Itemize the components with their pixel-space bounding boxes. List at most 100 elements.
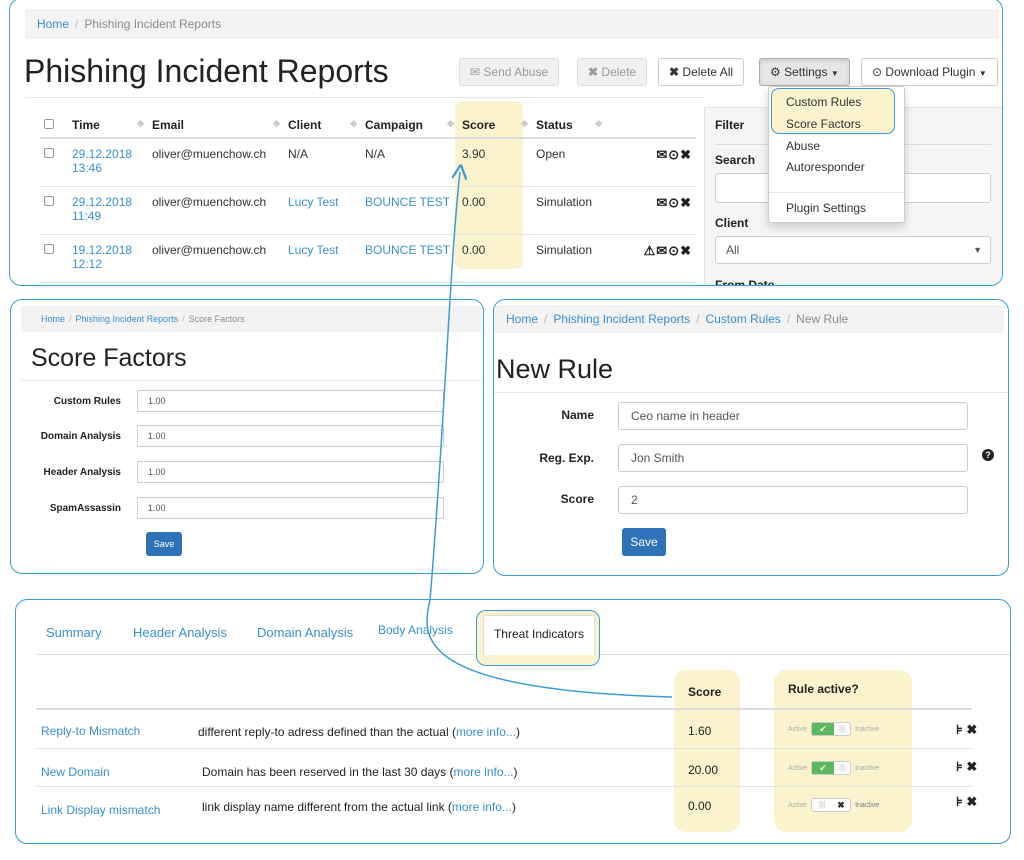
breadcrumb-custom-rules[interactable]: Custom Rules bbox=[705, 312, 780, 326]
download-icon: ⊙ bbox=[872, 65, 883, 79]
rule-active-toggle[interactable]: Active ✔ ||| Inactive bbox=[788, 761, 879, 775]
row-time-link[interactable]: 19.12.2018 12:12 bbox=[68, 234, 148, 283]
delete-all-button[interactable]: ✖ Delete All bbox=[658, 58, 745, 86]
tab-body-analysis[interactable]: Body Analysis bbox=[378, 623, 453, 637]
breadcrumb-reports[interactable]: Phishing Incident Reports bbox=[553, 312, 690, 326]
row-action-icons[interactable]: ✉⊙✖ bbox=[606, 186, 696, 235]
col-client[interactable]: Client ◆ bbox=[284, 112, 361, 139]
threat-indicators-panel: Summary Header Analysis Domain Analysis … bbox=[15, 599, 1011, 844]
col-campaign[interactable]: Campaign ◆ bbox=[361, 112, 458, 139]
threat-name-link[interactable]: New Domain bbox=[41, 765, 110, 779]
divider bbox=[494, 392, 1008, 393]
custom-rules-factor-input[interactable]: 1.00 bbox=[137, 390, 444, 412]
more-info-link[interactable]: more info... bbox=[453, 765, 513, 779]
row-action-icons[interactable]: ⚠✉⊙✖ bbox=[606, 234, 696, 283]
col-status[interactable]: Status ◆ bbox=[532, 112, 606, 139]
tab-domain-analysis[interactable]: Domain Analysis bbox=[257, 625, 353, 640]
settings-button[interactable]: ⚙ Settings ▼ bbox=[759, 58, 850, 86]
row-email: oliver@muenchow.ch bbox=[148, 186, 284, 235]
breadcrumb-home[interactable]: Home bbox=[41, 314, 65, 324]
rule-name-input[interactable]: Ceo name in header bbox=[618, 402, 968, 430]
rule-active-column-header: Rule active? bbox=[788, 682, 859, 696]
col-email[interactable]: Email ◆ bbox=[148, 112, 284, 139]
tree-icon[interactable]: ⊧ bbox=[956, 759, 963, 774]
threat-description: link display name different from the act… bbox=[202, 800, 516, 814]
save-button[interactable]: Save bbox=[622, 528, 666, 556]
breadcrumb-reports[interactable]: Phishing Incident Reports bbox=[76, 314, 179, 324]
close-icon[interactable]: ✖ bbox=[966, 722, 977, 737]
tab-threat-indicators[interactable]: Threat Indicators bbox=[483, 615, 595, 655]
client-label: Client bbox=[715, 216, 749, 230]
row-time-link[interactable]: 29.12.2018 13:46 bbox=[68, 138, 148, 187]
header-analysis-factor-input[interactable]: 1.00 bbox=[137, 461, 444, 483]
envelope-icon: ✉ bbox=[470, 65, 481, 79]
sort-icon: ◆ bbox=[273, 117, 280, 128]
menu-item-plugin-settings[interactable]: Plugin Settings bbox=[786, 201, 866, 215]
regexp-input[interactable]: Jon Smith bbox=[618, 444, 968, 472]
row-action-icons[interactable]: ⊧ ✖ bbox=[956, 722, 977, 738]
col-score[interactable]: Score ◆ bbox=[458, 112, 532, 139]
close-icon[interactable]: ✖ bbox=[966, 794, 977, 809]
close-icon[interactable]: ✖ bbox=[966, 759, 977, 774]
sort-icon: ◆ bbox=[350, 117, 357, 128]
row-action-icons[interactable]: ✉⊙✖ bbox=[606, 138, 696, 187]
page-title: New Rule bbox=[496, 354, 614, 384]
gear-icon: ⚙ bbox=[770, 65, 781, 79]
threat-name-link[interactable]: Link Display mismatch bbox=[41, 803, 160, 817]
from-date-label: From Date bbox=[715, 278, 775, 286]
breadcrumb-home[interactable]: Home bbox=[37, 17, 69, 31]
table-row: 19.12.2018 12:12 oliver@muenchow.ch Lucy… bbox=[40, 234, 696, 283]
rule-active-toggle[interactable]: Active ✔ ||| Inactive bbox=[788, 722, 879, 736]
row-action-icons[interactable]: ⊧ ✖ bbox=[956, 794, 977, 810]
delete-button[interactable]: ✖ Delete bbox=[577, 58, 648, 86]
close-icon: ✖ bbox=[837, 800, 845, 810]
row-status: Simulation bbox=[532, 234, 606, 283]
page-title: Score Factors bbox=[31, 344, 187, 372]
check-icon: ✔ bbox=[812, 723, 835, 735]
question-circle-icon[interactable]: ? bbox=[982, 449, 994, 461]
download-plugin-button[interactable]: ⊙ Download Plugin ▼ bbox=[861, 58, 998, 86]
spamassassin-factor-input[interactable]: 1.00 bbox=[137, 497, 444, 519]
menu-item-abuse[interactable]: Abuse bbox=[786, 139, 820, 153]
row-checkbox[interactable] bbox=[44, 195, 54, 206]
table-row: 29.12.2018 11:49 oliver@muenchow.ch Lucy… bbox=[40, 186, 696, 235]
tree-icon[interactable]: ⊧ bbox=[956, 794, 963, 809]
filter-title: Filter bbox=[715, 118, 745, 132]
incident-reports-panel: Home / Phishing Incident Reports Phishing … bbox=[9, 0, 1003, 286]
more-info-link[interactable]: more info... bbox=[456, 725, 516, 739]
menu-item-custom-rules[interactable]: Custom Rules bbox=[786, 95, 861, 109]
row-campaign-link[interactable]: BOUNCE TEST bbox=[361, 186, 458, 235]
send-abuse-button[interactable]: ✉ Send Abuse bbox=[459, 58, 560, 86]
tab-summary[interactable]: Summary bbox=[46, 625, 102, 640]
row-checkbox[interactable] bbox=[44, 148, 54, 158]
row-action-icons[interactable]: ⊧ ✖ bbox=[956, 759, 977, 775]
menu-item-autoresponder[interactable]: Autoresponder bbox=[786, 160, 865, 174]
threat-description: different reply-to adress defined than t… bbox=[198, 725, 520, 739]
row-client-link[interactable]: Lucy Test bbox=[284, 234, 361, 283]
save-button[interactable]: Save bbox=[146, 532, 182, 556]
threat-name-link[interactable]: Reply-to Mismatch bbox=[41, 724, 140, 738]
domain-analysis-factor-input[interactable]: 1.00 bbox=[137, 425, 444, 447]
rule-active-toggle[interactable]: Active ||| ✖ Inactive bbox=[788, 798, 879, 812]
col-time[interactable]: Time ◆ bbox=[68, 112, 148, 139]
caret-down-icon: ▼ bbox=[978, 69, 987, 78]
row-divider bbox=[36, 748, 972, 749]
tab-header-analysis[interactable]: Header Analysis bbox=[133, 625, 227, 640]
breadcrumb: Home / Phishing Incident Reports / Score Fac… bbox=[21, 306, 481, 332]
row-email: oliver@muenchow.ch bbox=[148, 234, 284, 283]
threat-score: 20.00 bbox=[688, 763, 719, 777]
more-info-link[interactable]: more info... bbox=[452, 800, 512, 814]
menu-item-score-factors[interactable]: Score Factors bbox=[786, 117, 861, 131]
select-all-checkbox[interactable] bbox=[44, 118, 54, 129]
regexp-label: Reg. Exp. bbox=[539, 451, 594, 465]
row-campaign-link[interactable]: BOUNCE TEST bbox=[361, 234, 458, 283]
sort-icon: ◆ bbox=[447, 117, 454, 128]
row-time-link[interactable]: 29.12.2018 11:49 bbox=[68, 186, 148, 235]
client-select[interactable]: All ▼ bbox=[715, 236, 991, 264]
rule-score-input[interactable]: 2 bbox=[618, 486, 968, 514]
breadcrumb-home[interactable]: Home bbox=[506, 312, 538, 326]
row-client-link[interactable]: Lucy Test bbox=[284, 186, 361, 235]
row-checkbox[interactable] bbox=[44, 243, 54, 254]
tree-icon[interactable]: ⊧ bbox=[956, 722, 963, 737]
header-analysis-label: Header Analysis bbox=[43, 467, 121, 478]
